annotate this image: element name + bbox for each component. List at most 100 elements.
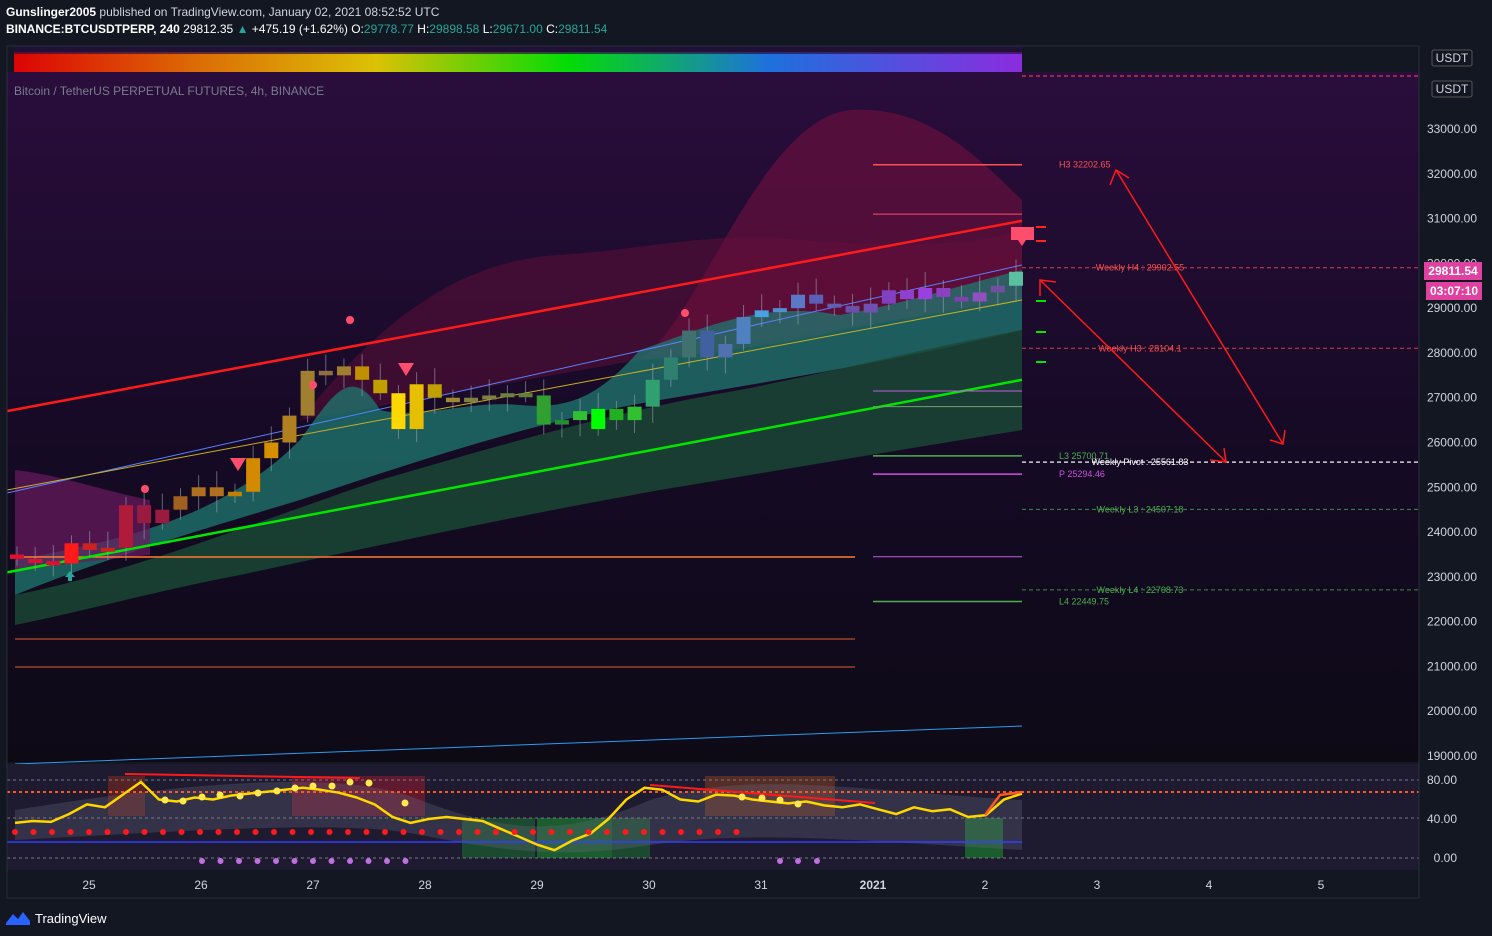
- rsi-dot: [814, 858, 820, 864]
- price-tick-label: 26000.00: [1427, 436, 1477, 450]
- rsi-dot: [291, 784, 299, 792]
- price-tick-label: 31000.00: [1427, 212, 1477, 226]
- footer[interactable]: TradingView: [6, 908, 107, 928]
- candle: [609, 408, 624, 421]
- rsi-dot: [12, 829, 18, 835]
- candle: [918, 287, 933, 300]
- rsi-dot: [197, 829, 203, 835]
- rsi-dot: [273, 858, 279, 864]
- price-axis-labels: 19000.00 20000.00 21000.00 22000.00 23000.00…: [1427, 122, 1477, 763]
- rsi-dot: [123, 829, 129, 835]
- signal-dot: [141, 485, 149, 493]
- rsi-dot: [795, 858, 801, 864]
- candle: [391, 393, 406, 430]
- candle: [64, 543, 79, 564]
- close-label: C:: [546, 22, 559, 36]
- rsi-dot: [309, 782, 317, 790]
- rsi-dot: [49, 829, 55, 835]
- rsi-dot: [198, 793, 206, 801]
- candle: [318, 370, 333, 376]
- rsi-dot: [252, 829, 259, 835]
- rsi-dot: [696, 829, 703, 835]
- rsi-dot: [530, 829, 536, 835]
- chart-header: Gunslinger2005 published on TradingView.…: [6, 4, 607, 38]
- rsi-dot: [67, 829, 74, 835]
- currency-badge[interactable]: USDT: [1431, 49, 1473, 67]
- candle: [191, 487, 206, 497]
- rsi-dot: [215, 829, 222, 835]
- candle: [954, 296, 969, 302]
- svg-text:USDT: USDT: [1436, 51, 1469, 65]
- rsi-dot: [715, 829, 721, 835]
- rsi-dot: [291, 858, 298, 864]
- rsi-dot: [733, 829, 740, 835]
- time-axis-labels: 25 26 27 28 29 30 31 2021 2 3 4 5: [82, 878, 1324, 892]
- rsi-dot: [178, 829, 185, 835]
- candle: [845, 305, 860, 313]
- candle: [482, 395, 497, 400]
- rsi-dot: [382, 829, 388, 835]
- candle: [209, 487, 224, 497]
- candle: [718, 343, 733, 358]
- candle: [772, 308, 787, 313]
- time-tick-label: 3: [1094, 878, 1101, 892]
- open-value: 29778.77: [363, 22, 414, 36]
- rsi-dot: [236, 792, 244, 800]
- candle: [336, 366, 351, 376]
- rsi-dot: [217, 858, 224, 864]
- rsi-tick-label: 80.00: [1427, 773, 1457, 787]
- close-value: 29811.54: [558, 22, 608, 36]
- author-name[interactable]: Gunslinger2005: [6, 5, 96, 19]
- publish-line: Gunslinger2005 published on TradingView.…: [6, 4, 607, 21]
- candle: [137, 505, 152, 524]
- candle: [881, 290, 896, 304]
- rsi-dot: [310, 858, 316, 864]
- currency-badge-secondary[interactable]: USDT: [1431, 80, 1473, 98]
- rsi-dot: [363, 829, 370, 835]
- rsi-dot: [567, 829, 573, 835]
- candle: [409, 384, 424, 430]
- candle: [118, 505, 133, 548]
- time-tick-label: 27: [306, 878, 320, 892]
- rsi-dot: [402, 858, 409, 864]
- pivot-label: L4 22449.75: [1059, 597, 1109, 607]
- rainbow-heat-bar: [14, 52, 1022, 72]
- chart-area[interactable]: H3 32202.65Weekly H4 : 29902.55Weekly H3…: [0, 0, 1492, 936]
- rsi-dot: [236, 858, 242, 864]
- price-tick-label: 27000.00: [1427, 391, 1477, 405]
- candle: [373, 379, 388, 394]
- last-price: 29812.35: [183, 22, 234, 36]
- candle: [300, 370, 315, 416]
- rsi-dot: [604, 829, 610, 835]
- rsi-dot: [179, 797, 187, 805]
- signal-dot: [346, 316, 354, 324]
- rsi-dot: [794, 800, 802, 808]
- rsi-dot: [199, 858, 205, 864]
- price-tick-label: 25000.00: [1427, 480, 1477, 494]
- candle: [427, 384, 442, 398]
- rsi-dot: [659, 829, 666, 835]
- price-tick-label: 22000.00: [1427, 615, 1477, 629]
- rsi-dot: [365, 858, 372, 864]
- ohlc-line: BINANCE:BTCUSDTPERP, 240 29812.35 ▲ +475…: [6, 21, 607, 38]
- rsi-dot: [30, 829, 37, 835]
- candle: [246, 458, 261, 492]
- rsi-dot: [161, 796, 169, 804]
- time-tick-label: 2: [982, 878, 989, 892]
- candle: [355, 366, 370, 380]
- price-tick-label: 19000.00: [1427, 749, 1477, 763]
- high-label: H:: [417, 22, 430, 36]
- price-tick-label: 24000.00: [1427, 525, 1477, 539]
- rsi-dot: [254, 789, 262, 797]
- candle: [1009, 271, 1023, 286]
- candle: [863, 303, 878, 313]
- rainbow-heat-bar-top: [14, 46, 1022, 54]
- rsi-dot: [273, 787, 281, 795]
- candle: [900, 290, 915, 300]
- rsi-dot: [289, 829, 296, 835]
- time-tick-label: 26: [194, 878, 208, 892]
- rsi-dot: [86, 829, 92, 835]
- candle: [827, 303, 842, 308]
- candle: [464, 397, 479, 403]
- time-tick-label: 25: [82, 878, 96, 892]
